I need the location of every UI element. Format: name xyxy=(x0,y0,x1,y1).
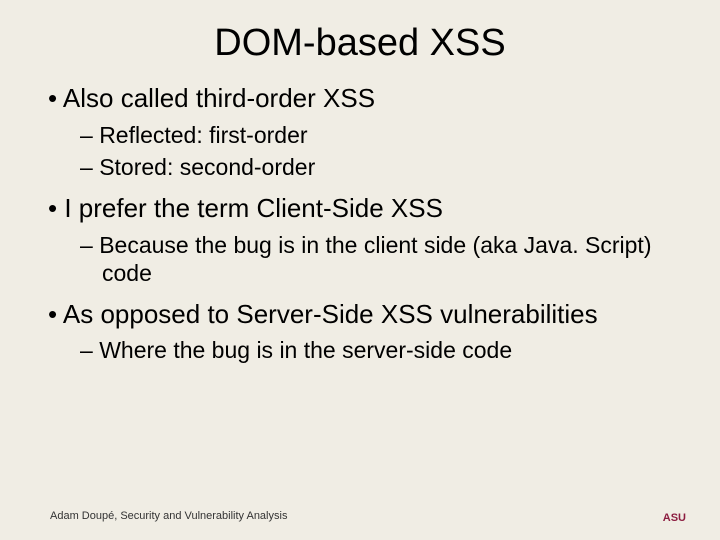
slide-content: Also called third-order XSS Reflected: f… xyxy=(0,75,720,364)
bullet-text: I prefer the term Client-Side XSS xyxy=(64,193,443,223)
bullet-lvl1: As opposed to Server-Side XSS vulnerabil… xyxy=(48,299,672,331)
bullet-lvl2: Because the bug is in the client side (a… xyxy=(80,231,672,287)
bullet-text: As opposed to Server-Side XSS vulnerabil… xyxy=(63,299,598,329)
bullet-text: Where the bug is in the server-side code xyxy=(99,337,512,363)
bullet-lvl2: Reflected: first-order xyxy=(80,121,672,149)
footer-text: Adam Doupé, Security and Vulnerability A… xyxy=(50,510,287,522)
asu-logo: ASU xyxy=(663,514,686,524)
bullet-text: Stored: second-order xyxy=(99,154,315,180)
bullet-lvl2: Where the bug is in the server-side code xyxy=(80,336,672,364)
bullet-lvl2: Stored: second-order xyxy=(80,153,672,181)
logo-text: ASU xyxy=(663,514,686,524)
bullet-text: Reflected: first-order xyxy=(99,122,307,148)
slide-title: DOM-based XSS xyxy=(0,0,720,75)
slide: DOM-based XSS Also called third-order XS… xyxy=(0,0,720,540)
bullet-lvl1: Also called third-order XSS xyxy=(48,83,672,115)
bullet-lvl1: I prefer the term Client-Side XSS xyxy=(48,193,672,225)
bullet-text: Because the bug is in the client side (a… xyxy=(99,232,651,286)
bullet-text: Also called third-order XSS xyxy=(63,83,375,113)
